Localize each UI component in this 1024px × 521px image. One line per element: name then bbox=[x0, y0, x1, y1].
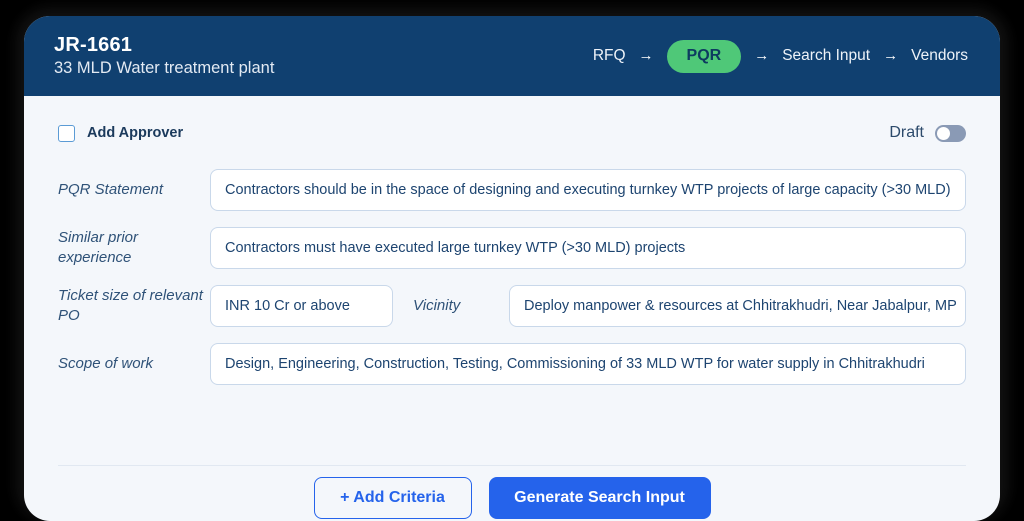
pqr-statement-label: PQR Statement bbox=[58, 180, 164, 198]
generate-search-input-button[interactable]: Generate Search Input bbox=[488, 477, 711, 519]
job-id: JR-1661 bbox=[54, 34, 133, 57]
arrow-right-icon: → bbox=[754, 47, 770, 64]
similar-prior-experience-input[interactable]: Contractors must have executed large tur… bbox=[210, 227, 966, 269]
form-row-scope-of-work: Scope of work Design, Engineering, Const… bbox=[58, 342, 966, 386]
add-criteria-button[interactable]: + Add Criteria bbox=[313, 477, 472, 519]
scope-of-work-label: Scope of work bbox=[58, 354, 154, 372]
ticket-size-input[interactable]: INR 10 Cr or above bbox=[210, 285, 393, 327]
similar-prior-experience-label: Similar prior experience bbox=[58, 228, 139, 266]
form-row-pqr-statement: PQR Statement Contractors should be in t… bbox=[58, 168, 966, 212]
breadcrumb-step-rfq[interactable]: RFQ bbox=[593, 47, 626, 65]
arrow-right-icon: → bbox=[638, 47, 654, 64]
footer-divider bbox=[58, 465, 966, 466]
vicinity-input[interactable]: Deploy manpower & resources at Chhitrakh… bbox=[509, 285, 966, 327]
pqr-statement-input[interactable]: Contractors should be in the space of de… bbox=[210, 169, 966, 211]
screen-root: JR-1661 33 MLD Water treatment plant RFQ… bbox=[0, 0, 1024, 521]
breadcrumb-step-pqr[interactable]: PQR bbox=[666, 39, 742, 73]
job-subtitle: 33 MLD Water treatment plant bbox=[54, 59, 275, 78]
ticket-size-label: Ticket size of relevant PO bbox=[58, 286, 203, 324]
draft-control[interactable]: Draft bbox=[889, 124, 966, 142]
footer-actions: + Add Criteria Generate Search Input bbox=[24, 477, 1000, 519]
toolbar-row: Add Approver Draft bbox=[58, 118, 966, 148]
pqr-card: JR-1661 33 MLD Water treatment plant RFQ… bbox=[24, 16, 1000, 521]
form-row-ticket-vicinity: Ticket size of relevant PO INR 10 Cr or … bbox=[58, 284, 966, 328]
draft-toggle[interactable] bbox=[935, 124, 966, 142]
title-block: JR-1661 33 MLD Water treatment plant bbox=[54, 35, 274, 77]
breadcrumb: RFQ → PQR → Search Input → Vendors bbox=[593, 39, 968, 73]
form-row-similar-experience: Similar prior experience Contractors mus… bbox=[58, 226, 966, 270]
toggle-knob bbox=[937, 126, 950, 140]
card-header: JR-1661 33 MLD Water treatment plant RFQ… bbox=[24, 16, 1000, 96]
arrow-right-icon: → bbox=[883, 47, 899, 64]
scope-of-work-input[interactable]: Design, Engineering, Construction, Testi… bbox=[210, 343, 966, 385]
add-approver-checkbox[interactable] bbox=[58, 124, 75, 142]
add-approver-control[interactable]: Add Approver bbox=[58, 124, 184, 142]
card-body: Add Approver Draft PQR Statement Contrac… bbox=[24, 96, 1000, 386]
vicinity-label: Vicinity bbox=[413, 296, 461, 314]
draft-label: Draft bbox=[889, 124, 924, 141]
add-approver-label: Add Approver bbox=[87, 125, 184, 141]
breadcrumb-step-search-input[interactable]: Search Input bbox=[782, 47, 870, 65]
breadcrumb-step-vendors[interactable]: Vendors bbox=[911, 47, 968, 65]
